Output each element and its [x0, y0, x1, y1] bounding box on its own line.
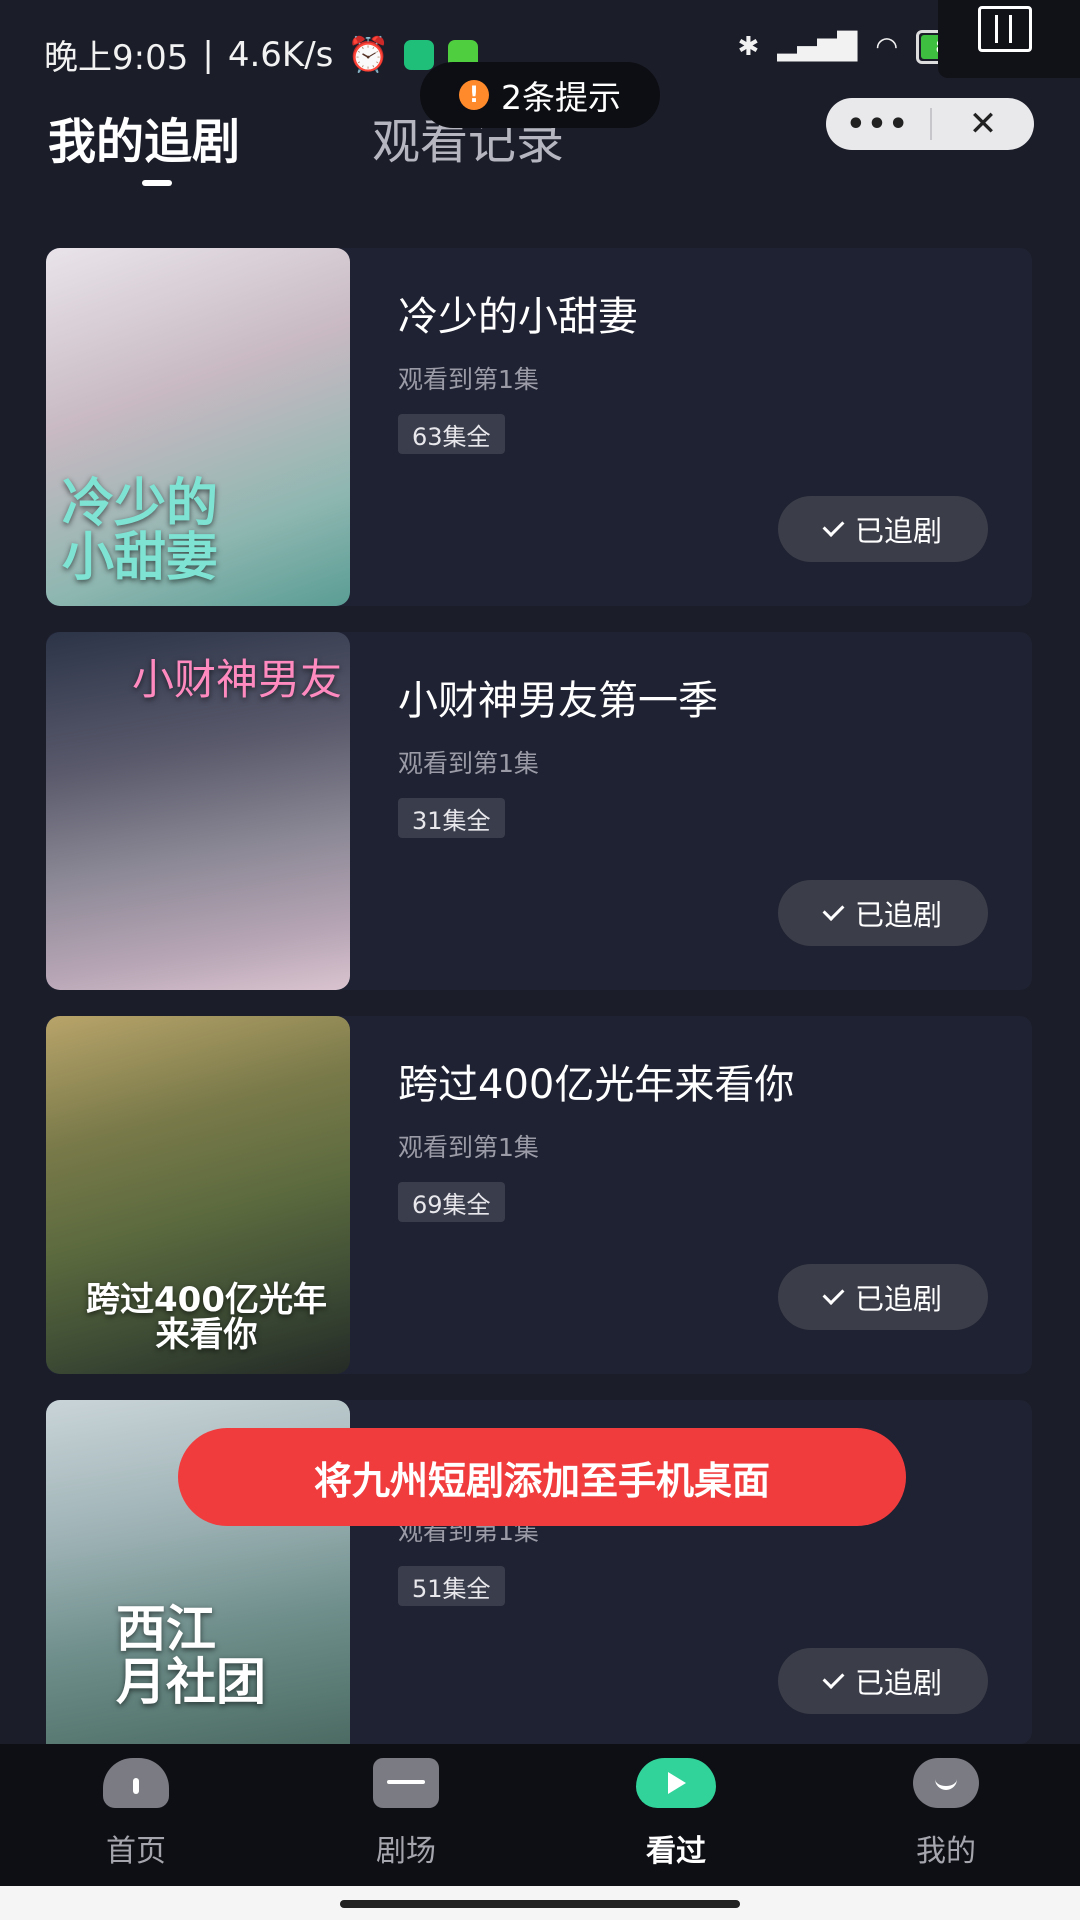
nav-item-watched[interactable]: 看过 — [596, 1758, 756, 1870]
drama-poster[interactable]: 跨过400亿光年 来看你 — [46, 1016, 350, 1374]
more-button[interactable]: ••• — [826, 98, 930, 150]
profile-icon — [913, 1758, 979, 1808]
tab-indicator — [142, 180, 172, 186]
alarm-icon: ⏰ — [347, 34, 390, 75]
episode-count-badge: 69集全 — [398, 1182, 505, 1222]
security-app-icon — [403, 39, 434, 70]
tv-icon — [373, 1758, 439, 1808]
home-indicator[interactable] — [340, 1900, 740, 1908]
drama-title: 冷少的小甜妻 — [398, 294, 638, 340]
notice-text: 2条提示 — [501, 78, 621, 117]
warning-icon: ! — [459, 80, 489, 110]
watch-progress: 观看到第1集 — [398, 749, 539, 778]
drama-card[interactable]: 冷少的 小甜妻 冷少的小甜妻 观看到第1集 63集全 已追剧 — [46, 248, 1032, 606]
poster-title: 跨过400亿光年 来看你 — [86, 1279, 327, 1356]
poster-title: 冷少的 小甜妻 — [62, 473, 219, 589]
episode-count-badge: 63集全 — [398, 414, 505, 454]
check-icon — [822, 1667, 845, 1689]
bluetooth-icon: ✱ — [737, 32, 760, 62]
followed-label: 已追剧 — [854, 898, 942, 932]
followed-button[interactable]: 已追剧 — [778, 1648, 988, 1714]
nav-label: 首页 — [106, 1834, 166, 1869]
watch-progress: 观看到第1集 — [398, 365, 539, 394]
nav-item-theater[interactable]: 剧场 — [326, 1758, 486, 1870]
followed-label: 已追剧 — [854, 1282, 942, 1316]
followed-label: 已追剧 — [854, 514, 942, 548]
drama-card[interactable]: 跨过400亿光年 来看你 跨过400亿光年来看你 观看到第1集 69集全 已追剧 — [46, 1016, 1032, 1374]
sliders-icon — [978, 6, 1032, 52]
drama-title: 跨过400亿光年来看你 — [398, 1062, 795, 1108]
check-icon — [822, 1283, 845, 1305]
nav-item-profile[interactable]: 我的 — [866, 1758, 1026, 1870]
poster-title: 小财神男友 — [132, 655, 343, 704]
nav-label: 剧场 — [376, 1834, 436, 1869]
drama-poster[interactable]: 小财神男友 — [46, 632, 350, 990]
tab-my-follows[interactable]: 我的追剧 — [48, 102, 240, 172]
status-left: 晚上9:05 | 4.6K/s ⏰ — [44, 30, 478, 79]
drama-card[interactable]: 小财神男友 小财神男友第一季 观看到第1集 31集全 已追剧 — [46, 632, 1032, 990]
notice-pill[interactable]: ! 2条提示 — [420, 62, 660, 128]
close-icon: ✕ — [968, 104, 998, 144]
status-net-speed: 4.6K/s — [227, 34, 334, 75]
check-icon — [822, 515, 845, 537]
drama-poster[interactable]: 冷少的 小甜妻 — [46, 248, 350, 606]
close-button[interactable]: ✕ — [932, 98, 1034, 150]
followed-label: 已追剧 — [854, 1666, 942, 1700]
more-icon: ••• — [846, 106, 910, 142]
wifi-icon: ◠ — [875, 32, 898, 62]
watch-progress: 观看到第1集 — [398, 1133, 539, 1162]
followed-button[interactable]: 已追剧 — [778, 880, 988, 946]
watched-icon — [636, 1758, 716, 1808]
status-divider: | — [202, 34, 214, 75]
check-icon — [822, 899, 845, 921]
nav-label: 我的 — [916, 1834, 976, 1869]
followed-button[interactable]: 已追剧 — [778, 496, 988, 562]
add-to-homescreen-toast[interactable]: 将九州短剧添加至手机桌面 — [178, 1428, 906, 1526]
episode-count-badge: 51集全 — [398, 1566, 505, 1606]
nav-label: 看过 — [646, 1834, 706, 1869]
signal-icon: ▂▄▆█ — [777, 32, 858, 62]
home-icon — [103, 1758, 169, 1808]
followed-button[interactable]: 已追剧 — [778, 1264, 988, 1330]
drama-title: 小财神男友第一季 — [398, 678, 718, 724]
episode-count-badge: 31集全 — [398, 798, 505, 838]
status-time: 晚上9:05 — [44, 38, 189, 78]
debug-tool-button[interactable] — [938, 0, 1080, 78]
poster-title: 西江 月社团 — [116, 1600, 266, 1711]
capsule-menu: ••• ✕ — [826, 98, 1034, 150]
nav-item-home[interactable]: 首页 — [56, 1758, 216, 1870]
bottom-nav: 首页 剧场 看过 我的 — [0, 1744, 1080, 1886]
